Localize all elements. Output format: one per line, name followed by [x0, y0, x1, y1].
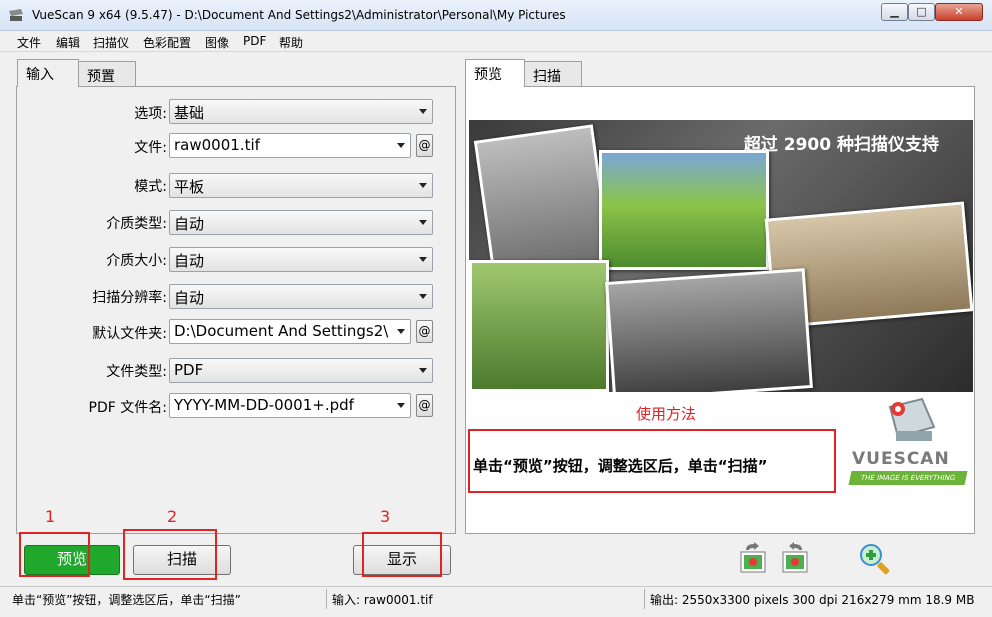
status-hint: 单击“预览”按钮，调整选区后，单击“扫描”	[12, 593, 241, 607]
howto-title: 使用方法	[636, 405, 697, 423]
scan-resolution-label: 扫描分辨率:	[92, 290, 167, 306]
dog-photo	[469, 260, 609, 392]
scan-button[interactable]: 扫描	[133, 545, 231, 575]
chevron-down-icon	[397, 403, 405, 408]
chevron-down-icon	[419, 368, 427, 373]
scanner-collage-image: 超过 2900 种扫描仪支持	[469, 120, 973, 392]
media-size-value: 自动	[174, 252, 205, 270]
menu-pdf[interactable]: PDF	[243, 34, 266, 48]
default-folder-label: 默认文件夹:	[92, 326, 167, 342]
vuescan-app-icon	[9, 9, 23, 21]
media-type-dropdown[interactable]: 自动	[169, 210, 433, 235]
options-value: 基础	[174, 104, 205, 122]
options-label: 选项:	[134, 106, 167, 122]
menu-edit[interactable]: 编辑	[56, 34, 80, 51]
minimize-button[interactable]: ▁	[881, 3, 908, 21]
file-type-dropdown[interactable]: PDF	[169, 358, 433, 383]
menu-bar: 文件 编辑 扫描仪 色彩配置 图像 PDF 帮助	[0, 31, 992, 52]
show-button[interactable]: 显示	[353, 545, 451, 575]
status-divider	[644, 589, 645, 609]
file-type-label: 文件类型:	[106, 364, 167, 380]
scan-resolution-value: 自动	[174, 289, 205, 307]
status-divider	[326, 589, 327, 609]
menu-scanner[interactable]: 扫描仪	[93, 34, 129, 51]
file-dropdown[interactable]: raw0001.tif	[169, 133, 411, 158]
file-macro-button[interactable]: @	[416, 134, 433, 157]
menu-color-profile[interactable]: 色彩配置	[143, 34, 191, 51]
scanner-logo-icon	[888, 397, 936, 441]
media-type-value: 自动	[174, 215, 205, 233]
pdf-filename-macro-button[interactable]: @	[416, 394, 433, 417]
chevron-down-icon	[419, 220, 427, 225]
folder-macro-button[interactable]: @	[416, 320, 433, 343]
media-size-label: 介质大小:	[106, 253, 167, 269]
menu-image[interactable]: 图像	[205, 34, 229, 51]
howto-text: 单击“预览”按钮，调整选区后，单击“扫描”	[473, 457, 768, 475]
tab-input[interactable]: 输入	[17, 59, 79, 87]
mode-dropdown[interactable]: 平板	[169, 173, 433, 198]
scanner-support-caption: 超过 2900 种扫描仪支持	[743, 135, 939, 155]
maximize-button[interactable]: □	[908, 3, 935, 21]
menu-help[interactable]: 帮助	[279, 34, 303, 51]
mode-value: 平板	[174, 178, 205, 196]
options-dropdown[interactable]: 基础	[169, 99, 433, 124]
rotate-left-icon[interactable]	[738, 542, 768, 574]
tab-presets[interactable]: 预置	[78, 61, 136, 87]
tab-scan[interactable]: 扫描	[524, 61, 582, 87]
chevron-down-icon	[419, 294, 427, 299]
preview-panel: 超过 2900 种扫描仪支持 使用方法 单击“预览”按钮，调整选区后，单击“扫描…	[465, 86, 975, 534]
children-bw-photo	[605, 268, 813, 392]
pdf-filename-value: YYYY-MM-DD-0001+.pdf	[174, 396, 354, 414]
menu-file[interactable]: 文件	[17, 34, 41, 51]
kids-photo	[599, 150, 769, 270]
pdf-filename-dropdown[interactable]: YYYY-MM-DD-0001+.pdf	[169, 393, 411, 418]
file-label: 文件:	[134, 140, 167, 156]
wedding-photo	[473, 124, 613, 280]
media-size-dropdown[interactable]: 自动	[169, 247, 433, 272]
preview-button[interactable]: 预览	[24, 545, 120, 575]
logo-wordmark: VUESCAN	[852, 449, 950, 469]
rotate-right-icon[interactable]	[780, 542, 810, 574]
tab-preview[interactable]: 预览	[465, 59, 525, 87]
annotation-number-3: 3	[380, 507, 391, 526]
window-title: VueScan 9 x64 (9.5.47) - D:\Document And…	[32, 8, 566, 22]
close-button[interactable]: ✕	[935, 3, 983, 21]
input-settings-panel: 选项: 基础 文件: raw0001.tif @ 模式: 平板 介质类型: 自动…	[16, 86, 456, 534]
howto-highlight-box: 单击“预览”按钮，调整选区后，单击“扫描”	[468, 429, 836, 493]
pdf-filename-label: PDF 文件名:	[88, 400, 167, 416]
vuescan-logo: VUESCAN THE IMAGE IS EVERYTHING	[846, 397, 970, 497]
zoom-in-icon[interactable]	[858, 542, 892, 576]
chevron-down-icon	[419, 183, 427, 188]
annotation-number-2: 2	[167, 507, 178, 526]
logo-tagline: THE IMAGE IS EVERYTHING	[848, 471, 968, 485]
media-type-label: 介质类型:	[106, 216, 167, 232]
file-value: raw0001.tif	[174, 136, 260, 154]
title-bar: VueScan 9 x64 (9.5.47) - D:\Document And…	[0, 0, 992, 31]
status-bar: 单击“预览”按钮，调整选区后，单击“扫描” 输入: raw0001.tif 输出…	[0, 586, 992, 617]
chevron-down-icon	[419, 109, 427, 114]
default-folder-dropdown[interactable]: D:\Document And Settings2\	[169, 319, 411, 344]
chevron-down-icon	[419, 257, 427, 262]
status-output: 输出: 2550x3300 pixels 300 dpi 216x279 mm …	[650, 593, 975, 607]
annotation-number-1: 1	[45, 507, 56, 526]
file-type-value: PDF	[174, 361, 204, 379]
chevron-down-icon	[397, 329, 405, 334]
status-input: 输入: raw0001.tif	[332, 593, 433, 607]
scan-resolution-dropdown[interactable]: 自动	[169, 284, 433, 309]
default-folder-value: D:\Document And Settings2\	[174, 322, 389, 340]
chevron-down-icon	[397, 143, 405, 148]
mode-label: 模式:	[134, 179, 167, 195]
